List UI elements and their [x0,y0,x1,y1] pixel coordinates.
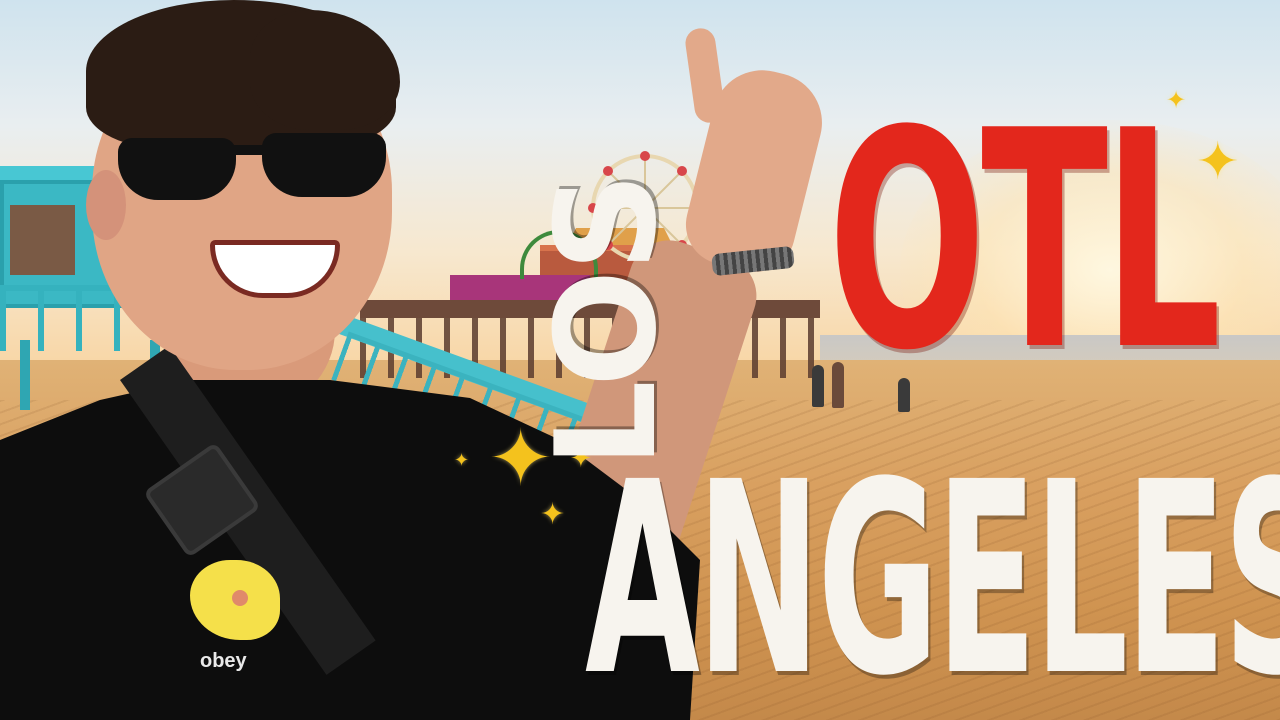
thumbnail: obey ✦ ✦ ✦ ✦ ✦ ✦ OTL LOS ANGELES [0,0,1280,720]
title-angeles: ANGELES [585,426,1280,720]
sunglasses-bridge [226,145,272,155]
beachgoer [812,365,824,407]
sunglasses-right-lens [262,133,386,197]
obey-logo-center [232,590,248,606]
lifeguard-tower-leg [20,340,30,410]
obey-logo-text: obey [200,650,247,672]
sunglasses-left-lens [118,138,236,200]
title-los: LOS [526,174,687,468]
sparkle-icon: ✦ [454,450,470,471]
sparkle-icon: ✦ [540,497,566,532]
ear [86,170,126,240]
title-otl: OTL [828,67,1222,416]
lifeguard-tower-window [10,205,75,275]
